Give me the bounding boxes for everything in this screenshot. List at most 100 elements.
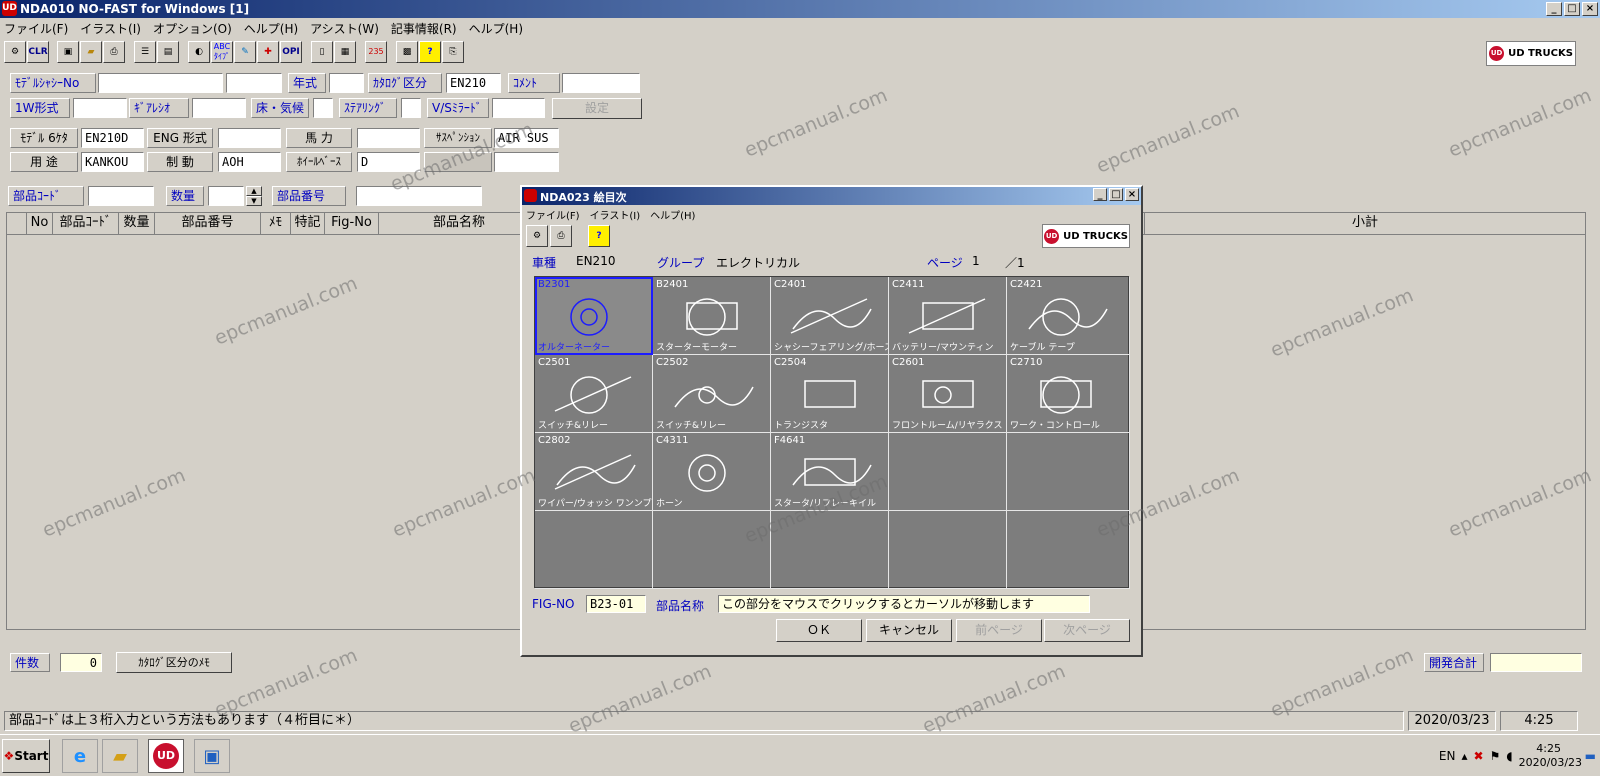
illustration-thumbnail[interactable]: C2421 ケーブル テープ — [1007, 277, 1130, 355]
number-icon[interactable]: 235 — [365, 41, 387, 63]
medical-icon[interactable]: ✚ — [257, 41, 279, 63]
illustration-thumbnail[interactable]: B2301 オルターネーター — [535, 277, 653, 355]
open-folder-icon[interactable]: ▰ — [80, 41, 102, 63]
document-icon[interactable]: ▤ — [157, 41, 179, 63]
quantity-field[interactable] — [208, 186, 244, 206]
illustration-thumbnail[interactable]: C2411 バッテリー/マウンティン — [889, 277, 1007, 355]
image-edit-icon[interactable]: ✎ — [234, 41, 256, 63]
dialog-print-icon[interactable]: ⎙ — [550, 225, 572, 247]
col-fig-no[interactable]: Fig-No — [325, 213, 379, 235]
dialog-menu-help[interactable]: ヘルプ(H) — [650, 207, 695, 223]
col-quantity[interactable]: 数量 — [119, 213, 155, 235]
dialog-tools-icon[interactable]: ⚙ — [526, 225, 548, 247]
grid-icon[interactable]: ▩ — [396, 41, 418, 63]
dialog-menu-illustration[interactable]: イラスト(I) — [590, 207, 641, 223]
col-part-code[interactable]: 部品ｺｰﾄﾞ — [53, 213, 119, 235]
model-chassis-field[interactable] — [98, 73, 223, 93]
floor-climate-field[interactable] — [313, 98, 333, 118]
illustration-thumbnail[interactable]: C2501 スイッチ&リレー — [535, 355, 653, 433]
suspension-field[interactable]: AIR SUS — [494, 128, 559, 148]
globe-icon[interactable]: ◐ — [188, 41, 210, 63]
illustration-thumbnail[interactable]: C4311 ホーン — [653, 433, 771, 511]
minimize-button[interactable]: _ — [1546, 2, 1562, 16]
opi-icon[interactable]: OPI — [280, 41, 302, 63]
usage-field[interactable]: KANKOU — [81, 152, 144, 172]
language-indicator[interactable]: EN — [1439, 749, 1456, 763]
quantity-down-icon[interactable]: ▼ — [246, 196, 262, 206]
illustration-thumbnail[interactable]: C2710 ワーク・コントロール — [1007, 355, 1130, 433]
flag-icon[interactable]: ⚑ — [1490, 749, 1501, 763]
illustration-thumbnail[interactable]: C2802ワイパー/ウォッシ ワンンプDランシャー — [535, 433, 653, 511]
fig-no-field[interactable]: B23-01 — [586, 595, 646, 613]
wheelbase-field[interactable]: D — [357, 152, 420, 172]
illustration-thumbnail[interactable]: B2401 スターターモーター — [653, 277, 771, 355]
ok-button[interactable]: ＯＫ — [776, 619, 862, 642]
menu-illustration[interactable]: イラスト(I) — [80, 20, 141, 37]
catalog-memo-button[interactable]: ｶﾀﾛｸﾞ区分のﾒﾓ — [116, 652, 232, 673]
tools-icon[interactable]: ⚙ — [4, 41, 26, 63]
gear-ratio-field[interactable] — [192, 98, 246, 118]
part-number-field[interactable] — [356, 186, 482, 206]
ud-app-icon[interactable]: UD — [148, 739, 184, 773]
part-name-field[interactable]: この部分をマウスでクリックするとカーソルが移動します — [718, 595, 1090, 613]
print-setup-icon[interactable]: ⎘ — [442, 41, 464, 63]
menu-article-info[interactable]: 記事情報(R) — [391, 20, 457, 37]
illustration-thumbnail[interactable]: F4641 スタータ/リフレーキイル — [771, 433, 889, 511]
brake-field[interactable]: AOH — [218, 152, 281, 172]
dialog-maximize-button[interactable]: □ — [1109, 188, 1123, 201]
col-memo[interactable]: ﾒﾓ — [261, 213, 291, 235]
menu-help-2[interactable]: ヘルプ(H) — [469, 20, 523, 37]
illustration-thumbnail[interactable]: C2504 トランジスタ — [771, 355, 889, 433]
dialog-close-button[interactable]: × — [1125, 188, 1139, 201]
close-button[interactable]: × — [1582, 2, 1598, 16]
col-part-number[interactable]: 部品番号 — [155, 213, 261, 235]
menu-file[interactable]: ファイル(F) — [4, 20, 68, 37]
help-icon[interactable]: ? — [419, 41, 441, 63]
tray-clock[interactable]: 4:25 2020/03/23 — [1519, 742, 1582, 770]
part-code-field[interactable] — [88, 186, 154, 206]
next-page-button[interactable]: 次ページ — [1044, 619, 1130, 642]
col-no[interactable]: No — [27, 213, 53, 235]
settings-button[interactable]: 設定 — [552, 98, 642, 119]
illustration-thumbnail[interactable]: C2601 フロントルーム/リヤラクス — [889, 355, 1007, 433]
list-icon[interactable]: ☰ — [134, 41, 156, 63]
print-icon[interactable]: ⎙ — [103, 41, 125, 63]
dialog-minimize-button[interactable]: _ — [1093, 188, 1107, 201]
explorer-icon[interactable]: ▰ — [102, 739, 138, 773]
illustration-thumbnail[interactable]: C2502 スイッチ&リレー — [653, 355, 771, 433]
col-special[interactable]: 特記 — [291, 213, 325, 235]
clr-icon[interactable]: CLR — [27, 41, 49, 63]
save-icon[interactable]: ▣ — [57, 41, 79, 63]
start-button[interactable]: ❖Start — [2, 739, 50, 773]
menu-help[interactable]: ヘルプ(H) — [244, 20, 298, 37]
type-1w-field[interactable] — [73, 98, 127, 118]
year-field[interactable] — [329, 73, 364, 93]
illustration-thumbnail[interactable]: C2401 シャシーフェアリング/ホース — [771, 277, 889, 355]
catalog-class-field[interactable]: EN210 — [446, 73, 501, 93]
cancel-button[interactable]: キャンセル — [866, 619, 952, 642]
dialog-menu-file[interactable]: ファイル(F) — [526, 207, 580, 223]
model-chassis-field-2[interactable] — [226, 73, 282, 93]
ie-icon[interactable]: e — [62, 739, 98, 773]
book-icon[interactable]: ▯ — [311, 41, 333, 63]
calendar-icon[interactable]: ▦ — [334, 41, 356, 63]
abc-type-icon[interactable]: ABC ﾀｲﾌﾟ — [211, 41, 233, 63]
horsepower-field[interactable] — [357, 128, 420, 148]
model6-field[interactable]: EN210D — [81, 128, 144, 148]
network-icon[interactable]: ✖ — [1474, 749, 1484, 763]
dialog-help-icon[interactable]: ? — [588, 225, 610, 247]
tray-arrow-icon[interactable]: ▴ — [1461, 749, 1467, 763]
remote-icon[interactable]: ▣ — [194, 739, 230, 773]
extra-field[interactable] — [494, 152, 559, 172]
quantity-up-icon[interactable]: ▲ — [246, 186, 262, 196]
maximize-button[interactable]: □ — [1564, 2, 1580, 16]
menu-options[interactable]: オプション(O) — [153, 20, 232, 37]
steering-field[interactable] — [401, 98, 421, 118]
menu-assist[interactable]: アシスト(W) — [310, 20, 379, 37]
comment-field[interactable] — [562, 73, 640, 93]
col-subtotal[interactable]: 小計 — [1145, 213, 1585, 235]
vs-mirror-field[interactable] — [492, 98, 545, 118]
prev-page-button[interactable]: 前ページ — [956, 619, 1042, 642]
volume-icon[interactable]: ◖ — [1506, 749, 1512, 763]
show-desktop-icon[interactable]: ▬ — [1585, 749, 1596, 763]
